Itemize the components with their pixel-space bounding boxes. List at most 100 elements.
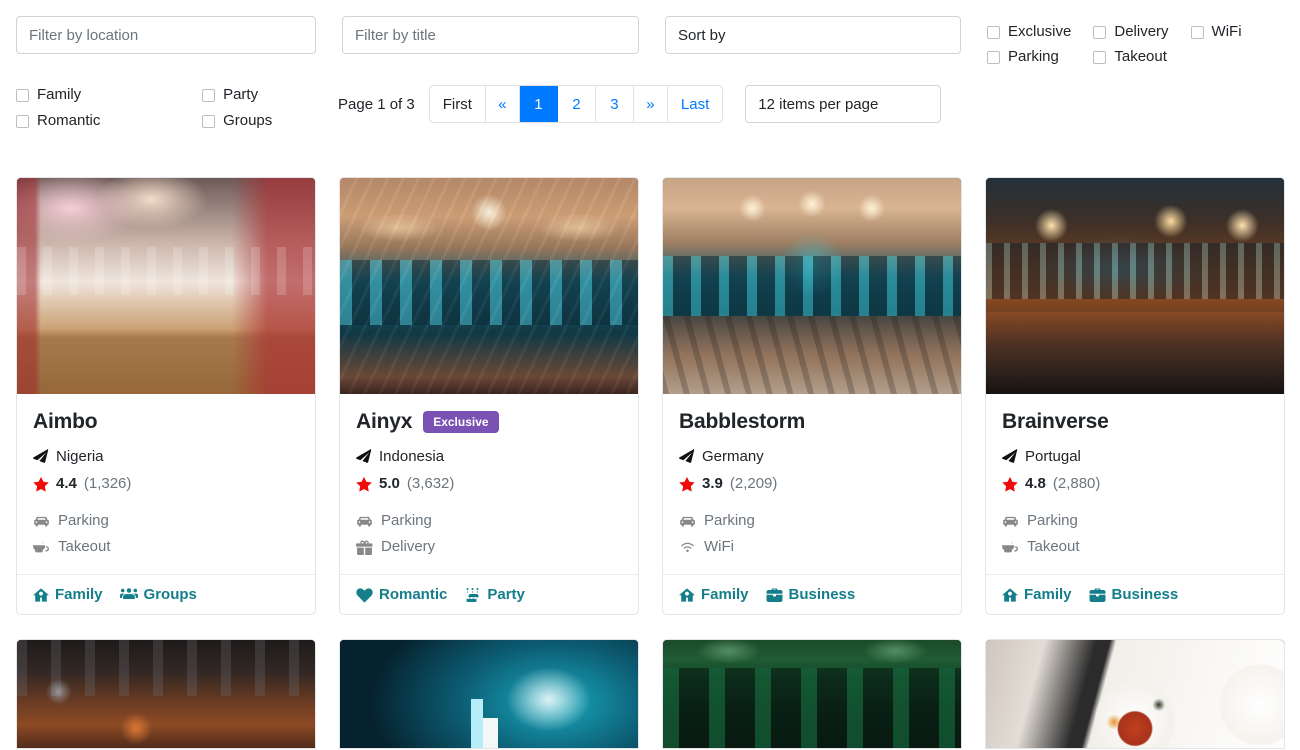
pagination-page-1[interactable]: 1 [519, 86, 558, 122]
checkbox-parking[interactable]: Parking [987, 47, 1071, 67]
listing-amenities: Parking Takeout [1002, 508, 1268, 560]
checkbox-box-icon[interactable] [202, 114, 216, 128]
listing-body: Brainverse Portugal 4.8 (2,880) Parking … [986, 394, 1284, 574]
amenity-label: Parking [58, 512, 109, 529]
listing-tags: Romantic Party [340, 574, 638, 614]
tag-label: Romantic [379, 586, 448, 603]
cake-icon [464, 587, 481, 603]
listing-card[interactable] [662, 639, 962, 749]
listing-title: Brainverse [1002, 410, 1109, 433]
listing-card[interactable] [985, 639, 1285, 749]
pagination-next-button[interactable]: » [633, 86, 668, 122]
tag-business[interactable]: Business [766, 586, 855, 603]
amenity-label: Delivery [381, 538, 436, 555]
listing-card[interactable] [16, 639, 316, 749]
checkbox-box-icon[interactable] [16, 114, 29, 128]
star-icon [33, 476, 49, 492]
listing-body: Ainyx Exclusive Indonesia 5.0 (3,632) Pa… [340, 394, 638, 574]
amenity-label: Parking [1027, 512, 1078, 529]
location-filter-input[interactable]: Filter by location [16, 16, 316, 54]
location-arrow-icon [1002, 449, 1018, 465]
checkbox-label: Parking [1008, 48, 1059, 65]
checkbox-label: Exclusive [1008, 23, 1072, 40]
listing-card[interactable] [339, 639, 639, 749]
amenity-item: WiFi [679, 534, 945, 560]
listing-tags: Family Groups [17, 574, 315, 614]
checkbox-box-icon[interactable] [16, 88, 29, 102]
gift-icon [356, 539, 373, 556]
listing-rating: 4.4 (1,326) [33, 472, 299, 496]
star-icon [356, 476, 372, 492]
checkbox-box-icon[interactable] [987, 25, 1000, 39]
listing-rating: 3.9 (2,209) [679, 472, 945, 496]
checkbox-romantic[interactable]: Romantic [16, 111, 166, 131]
checkbox-family[interactable]: Family [16, 85, 166, 105]
listing-amenities: Parking Takeout [33, 508, 299, 560]
listing-title-row: Babblestorm [679, 410, 945, 434]
checkbox-groups[interactable]: Groups [202, 111, 338, 131]
listing-card[interactable]: Ainyx Exclusive Indonesia 5.0 (3,632) Pa… [339, 177, 639, 615]
title-filter-input[interactable]: Filter by title [342, 16, 639, 54]
checkbox-box-icon[interactable] [1190, 25, 1204, 39]
amenity-item: Parking [679, 508, 945, 534]
checkbox-party[interactable]: Party [202, 85, 338, 105]
pagination-last-button[interactable]: Last [667, 86, 723, 122]
listing-title: Aimbo [33, 410, 98, 433]
checkbox-label: Takeout [1114, 48, 1167, 65]
listing-image [986, 640, 1284, 748]
listing-rating-value: 4.4 [56, 475, 77, 492]
checkbox-exclusive[interactable]: Exclusive [987, 22, 1071, 42]
listing-rating-count: (2,880) [1052, 475, 1101, 492]
checkbox-takeout[interactable]: Takeout [1093, 47, 1168, 67]
checkbox-box-icon[interactable] [987, 50, 1000, 64]
listing-image [986, 178, 1284, 394]
tag-family[interactable]: Family [679, 586, 749, 603]
home-icon [1002, 587, 1018, 603]
checkbox-box-icon[interactable] [1093, 50, 1107, 64]
listing-title: Babblestorm [679, 410, 806, 433]
checkbox-delivery[interactable]: Delivery [1093, 22, 1169, 42]
briefcase-icon [1089, 587, 1106, 603]
listing-title-row: Brainverse [1002, 410, 1268, 434]
tag-family[interactable]: Family [1002, 586, 1072, 603]
listing-amenities: Parking WiFi [679, 508, 945, 560]
sort-by-select[interactable]: Sort by [665, 16, 961, 54]
pagination-prev-button[interactable]: « [485, 86, 520, 122]
secondary-controls-row: Family Party Romantic Groups Page 1 of 3… [0, 67, 1300, 131]
listing-card[interactable]: Babblestorm Germany 3.9 (2,209) Parking … [662, 177, 962, 615]
tag-romantic[interactable]: Romantic [356, 586, 447, 603]
listing-title: Ainyx [356, 410, 413, 433]
title-filter-placeholder: Filter by title [355, 26, 436, 44]
restaurant-listing-page: Filter by location Filter by title Sort … [0, 0, 1300, 750]
tag-family[interactable]: Family [33, 586, 103, 603]
listing-card[interactable]: Aimbo Nigeria 4.4 (1,326) Parking Takeou… [16, 177, 316, 615]
results-grid-next-row [0, 639, 1300, 749]
amenity-label: Parking [381, 512, 432, 529]
tag-business[interactable]: Business [1089, 586, 1178, 603]
tag-label: Family [55, 586, 103, 603]
tag-label: Family [1024, 586, 1072, 603]
checkbox-box-icon[interactable] [1093, 25, 1107, 39]
listing-location-label: Germany [702, 448, 764, 465]
listing-title-row: Ainyx Exclusive [356, 410, 622, 434]
car-icon [1002, 513, 1019, 530]
items-per-page-select[interactable]: 12 items per page [745, 85, 942, 123]
tag-party[interactable]: Party [464, 586, 525, 603]
car-icon [356, 513, 373, 530]
pagination-first-button[interactable]: First [429, 86, 486, 122]
listing-image [17, 640, 315, 748]
amenity-item: Parking [356, 508, 622, 534]
home-icon [679, 587, 695, 603]
amenity-item: Takeout [1002, 534, 1268, 560]
listing-location: Nigeria [33, 445, 299, 469]
listing-card[interactable]: Brainverse Portugal 4.8 (2,880) Parking … [985, 177, 1285, 615]
pagination-page-3[interactable]: 3 [595, 86, 634, 122]
people-icon [119, 587, 138, 603]
amenity-label: Takeout [1027, 538, 1080, 555]
checkbox-wifi[interactable]: WiFi [1190, 22, 1242, 42]
checkbox-label: Family [37, 86, 82, 103]
checkbox-box-icon[interactable] [202, 88, 216, 102]
pagination-page-2[interactable]: 2 [557, 86, 596, 122]
tag-groups[interactable]: Groups [119, 586, 197, 603]
location-arrow-icon [33, 449, 49, 465]
